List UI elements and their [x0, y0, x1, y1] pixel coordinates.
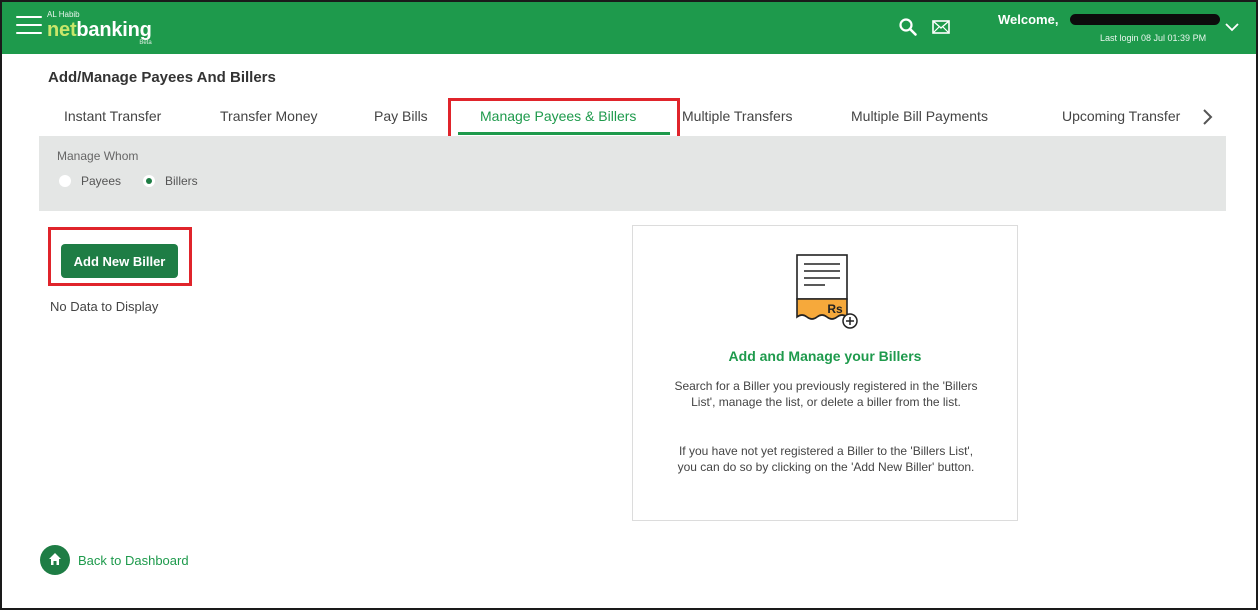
mail-icon[interactable]: [932, 19, 950, 35]
logo-banking: banking: [76, 19, 152, 41]
page-title: Add/Manage Payees And Billers: [48, 69, 276, 86]
empty-state-text: No Data to Display: [50, 299, 159, 314]
chevron-down-icon[interactable]: [1225, 22, 1239, 32]
bill-receipt-icon: Rs: [796, 254, 858, 329]
manage-whom-label: Manage Whom: [57, 149, 139, 163]
radio-billers-label[interactable]: Billers: [165, 174, 198, 188]
home-icon[interactable]: [40, 545, 70, 575]
chevron-right-icon[interactable]: [1201, 108, 1213, 126]
billers-info-card: Rs Add and Manage your Billers Search fo…: [632, 225, 1018, 521]
manage-whom-panel: Manage Whom Payees Billers: [39, 136, 1226, 211]
radio-payees[interactable]: [59, 175, 71, 187]
back-to-dashboard-label[interactable]: Back to Dashboard: [78, 553, 189, 568]
welcome-text: Welcome,: [998, 12, 1059, 27]
card-description: Search for a Biller you previously regis…: [674, 379, 978, 409]
redacted-username: [1070, 14, 1220, 25]
app-frame: AL Habib netbanking Beta Welcome, Last l…: [0, 0, 1258, 610]
tab-multiple-bill-payments[interactable]: Multiple Bill Payments: [851, 108, 988, 124]
card-instruction: If you have not yet registered a Biller …: [677, 444, 975, 474]
last-login: Last login 08 Jul 01:39 PM: [1100, 33, 1207, 43]
menu-icon[interactable]: [16, 16, 42, 36]
card-title: Add and Manage your Billers: [728, 348, 922, 364]
radio-billers[interactable]: [143, 175, 155, 187]
add-new-biller-button[interactable]: Add New Biller: [61, 244, 178, 278]
logo-bank-name: AL Habib: [47, 10, 80, 19]
tab-pay-bills[interactable]: Pay Bills: [374, 108, 428, 124]
tab-transfer-money[interactable]: Transfer Money: [220, 108, 318, 124]
tab-upcoming-transfer[interactable]: Upcoming Transfer: [1062, 108, 1180, 124]
currency-label: Rs: [827, 302, 843, 316]
logo-wordmark: netbanking: [47, 19, 152, 41]
top-header: AL Habib netbanking Beta Welcome, Last l…: [2, 2, 1256, 54]
tab-instant-transfer[interactable]: Instant Transfer: [64, 108, 161, 124]
logo-net: net: [47, 19, 77, 41]
radio-payees-label[interactable]: Payees: [81, 174, 121, 188]
search-icon[interactable]: [898, 17, 918, 37]
logo[interactable]: AL Habib netbanking Beta: [47, 10, 152, 46]
tab-multiple-transfers[interactable]: Multiple Transfers: [682, 108, 792, 124]
